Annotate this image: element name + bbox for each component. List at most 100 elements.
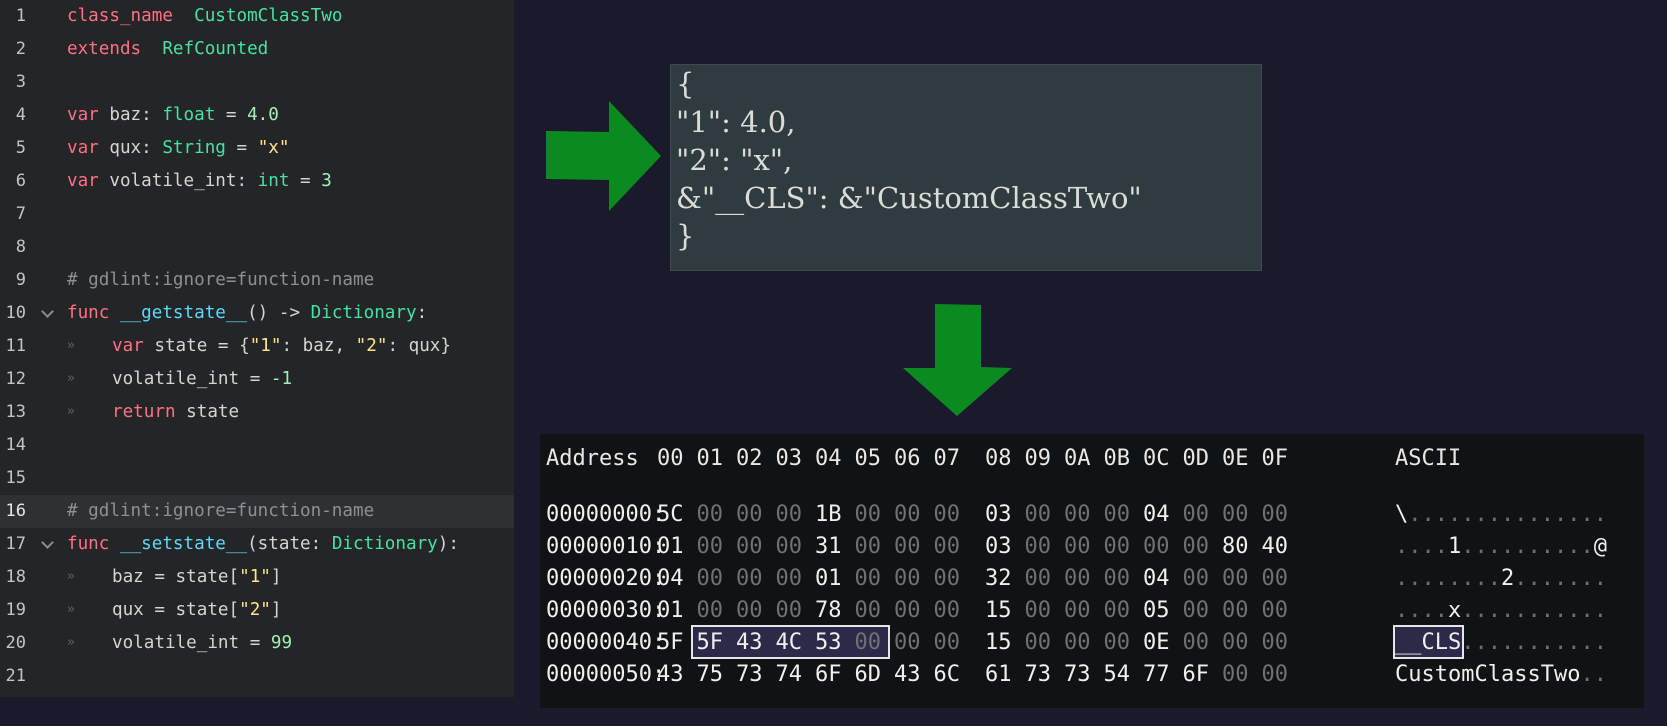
code-line[interactable]: 21 <box>0 660 514 693</box>
hex-byte[interactable]: 00 <box>736 532 763 562</box>
hex-byte[interactable]: 00 <box>697 596 724 626</box>
hex-byte[interactable]: 00 <box>894 564 921 594</box>
hex-byte[interactable]: 77 <box>1143 660 1170 690</box>
code-line[interactable]: 9 # gdlint:ignore=function-name <box>0 264 514 297</box>
hex-byte[interactable]: 5F <box>697 628 724 658</box>
code-line[interactable]: 18 » baz = state["1"] <box>0 561 514 594</box>
hex-byte[interactable]: 00 <box>855 564 882 594</box>
hex-byte[interactable]: 00 <box>697 500 724 530</box>
code-line[interactable]: 10 func __getstate__() -> Dictionary: <box>0 297 514 330</box>
hex-byte[interactable]: 03 <box>985 532 1012 562</box>
hex-byte[interactable]: 00 <box>1222 660 1249 690</box>
code-line[interactable]: 20 » volatile_int = 99 <box>0 627 514 660</box>
hex-byte[interactable]: 0E <box>1143 628 1170 658</box>
hex-byte[interactable]: 00 <box>934 564 961 594</box>
hex-byte[interactable]: 00 <box>1143 532 1170 562</box>
code-line[interactable]: 6 var volatile_int: int = 3 <box>0 165 514 198</box>
hex-byte[interactable]: 6F <box>1183 660 1210 690</box>
hex-byte[interactable]: 01 <box>657 596 684 626</box>
hex-byte[interactable]: 00 <box>1025 628 1052 658</box>
hex-byte[interactable]: 54 <box>1104 660 1131 690</box>
code-line[interactable]: 19 » qux = state["2"] <box>0 594 514 627</box>
hex-byte[interactable]: 43 <box>894 660 921 690</box>
hex-byte[interactable]: 00 <box>1222 564 1249 594</box>
hex-byte[interactable]: 43 <box>657 660 684 690</box>
hex-byte[interactable]: 00 <box>1064 500 1091 530</box>
hex-byte[interactable]: 00 <box>1183 596 1210 626</box>
hex-byte[interactable]: 04 <box>1143 500 1170 530</box>
hex-byte[interactable]: 05 <box>1143 596 1170 626</box>
hex-byte[interactable]: 00 <box>1183 532 1210 562</box>
hex-byte[interactable]: 00 <box>894 532 921 562</box>
hex-byte[interactable]: 00 <box>1104 532 1131 562</box>
hex-byte[interactable]: 00 <box>1104 628 1131 658</box>
hex-byte[interactable]: 00 <box>776 564 803 594</box>
hex-byte[interactable]: 00 <box>776 596 803 626</box>
hex-byte[interactable]: 00 <box>1104 596 1131 626</box>
hex-byte[interactable]: 00 <box>894 596 921 626</box>
hex-byte[interactable]: 00 <box>855 500 882 530</box>
hex-byte[interactable]: 00 <box>776 500 803 530</box>
hex-byte[interactable]: 00 <box>1183 500 1210 530</box>
hex-byte[interactable]: 00 <box>934 628 961 658</box>
hex-byte[interactable]: 00 <box>894 500 921 530</box>
hex-byte[interactable]: 31 <box>815 532 842 562</box>
hex-byte[interactable]: 5C <box>657 500 684 530</box>
code-line[interactable]: 4 var baz: float = 4.0 <box>0 99 514 132</box>
hex-byte[interactable]: 53 <box>815 628 842 658</box>
hex-byte[interactable]: 00 <box>1064 564 1091 594</box>
hex-byte[interactable]: 00 <box>1262 660 1289 690</box>
code-line[interactable]: 7 <box>0 198 514 231</box>
hex-byte[interactable]: 00 <box>934 596 961 626</box>
hex-byte[interactable]: 04 <box>657 564 684 594</box>
code-line[interactable]: 1 class_name CustomClassTwo <box>0 0 514 33</box>
hex-byte[interactable]: 00 <box>736 500 763 530</box>
code-line[interactable]: 14 <box>0 429 514 462</box>
hex-byte[interactable]: 00 <box>736 564 763 594</box>
hex-byte[interactable]: 75 <box>697 660 724 690</box>
hex-byte[interactable]: 6C <box>934 660 961 690</box>
code-line[interactable]: 2 extends RefCounted <box>0 33 514 66</box>
hex-byte[interactable]: 00 <box>1104 500 1131 530</box>
hex-byte[interactable]: 15 <box>985 596 1012 626</box>
hex-byte[interactable]: 5F <box>657 628 684 658</box>
hex-byte[interactable]: 01 <box>657 532 684 562</box>
code-line[interactable]: 3 <box>0 66 514 99</box>
hex-byte[interactable]: 00 <box>855 596 882 626</box>
hex-byte[interactable]: 00 <box>1262 628 1289 658</box>
hex-byte[interactable]: 1B <box>815 500 842 530</box>
hex-byte[interactable]: 61 <box>985 660 1012 690</box>
hex-byte[interactable]: 00 <box>1025 500 1052 530</box>
hex-byte[interactable]: 6D <box>855 660 882 690</box>
hex-byte[interactable]: 00 <box>1025 596 1052 626</box>
hex-byte[interactable]: 01 <box>815 564 842 594</box>
hex-byte[interactable]: 03 <box>985 500 1012 530</box>
hex-byte[interactable]: 04 <box>1143 564 1170 594</box>
hex-byte[interactable]: 00 <box>1104 564 1131 594</box>
fold-chevron-icon[interactable] <box>41 305 54 318</box>
hex-byte[interactable]: 00 <box>1064 628 1091 658</box>
hex-byte[interactable]: 6F <box>815 660 842 690</box>
hex-byte[interactable]: 00 <box>697 532 724 562</box>
hex-byte[interactable]: 00 <box>855 532 882 562</box>
hex-byte[interactable]: 00 <box>934 500 961 530</box>
hex-byte[interactable]: 00 <box>1025 564 1052 594</box>
hex-byte[interactable]: 00 <box>1183 564 1210 594</box>
code-line[interactable]: 13 » return state <box>0 396 514 429</box>
code-line[interactable]: 16 # gdlint:ignore=function-name <box>0 495 514 528</box>
hex-byte[interactable]: 00 <box>855 628 882 658</box>
code-editor[interactable]: 1 class_name CustomClassTwo 2 extends RefCo… <box>0 0 514 697</box>
hex-byte[interactable]: 43 <box>736 628 763 658</box>
hex-byte[interactable]: 00 <box>736 596 763 626</box>
hex-byte[interactable]: 00 <box>1262 564 1289 594</box>
hex-byte[interactable]: 4C <box>776 628 803 658</box>
code-line[interactable]: 12 » volatile_int = -1 <box>0 363 514 396</box>
hex-byte[interactable]: 00 <box>894 628 921 658</box>
hex-byte[interactable]: 00 <box>1262 500 1289 530</box>
hex-byte[interactable]: 73 <box>1025 660 1052 690</box>
hex-byte[interactable]: 00 <box>776 532 803 562</box>
hex-byte[interactable]: 00 <box>1262 596 1289 626</box>
hex-byte[interactable]: 32 <box>985 564 1012 594</box>
hex-byte[interactable]: 80 <box>1222 532 1249 562</box>
hex-byte[interactable]: 00 <box>1222 500 1249 530</box>
